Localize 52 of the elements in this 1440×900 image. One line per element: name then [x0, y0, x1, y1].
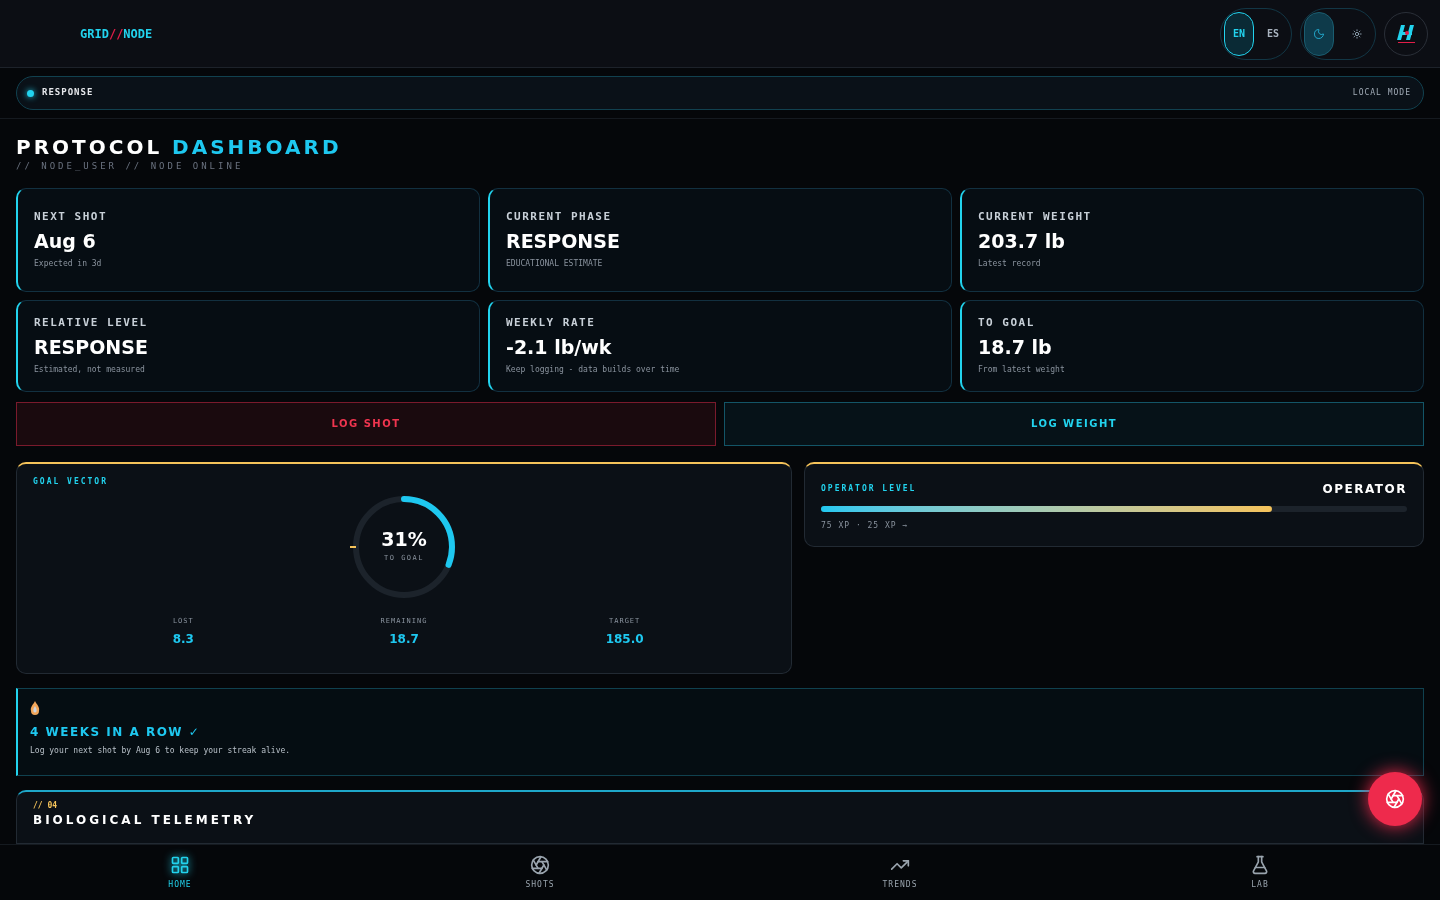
- stat-note: EDUCATIONAL ESTIMATE: [506, 257, 604, 270]
- stat-value: 18.7 lb: [978, 335, 1053, 360]
- nav-tab[interactable]: HOME: [0, 845, 360, 900]
- streak-message: Log your next shot by Aug 6 to keep your streak alive.: [30, 744, 292, 757]
- aperture-icon: [1385, 789, 1405, 809]
- nav-tab[interactable]: TRENDS: [720, 845, 1080, 900]
- stat-value: RESPONSE: [34, 335, 149, 360]
- grid-icon: [170, 854, 190, 875]
- stat-label: RELATIVE LEVEL: [34, 315, 149, 332]
- log-weight-button[interactable]: LOG WEIGHT: [724, 401, 1424, 446]
- stat-note: From latest weight: [978, 363, 1066, 376]
- streak-title: 4 WEEKS IN A ROW ✓: [30, 723, 202, 741]
- aperture-icon: [530, 854, 550, 875]
- nav-tab[interactable]: SHOTS: [360, 845, 720, 900]
- stat-note: Estimated, not measured: [34, 363, 146, 376]
- language-option[interactable]: ES: [1258, 11, 1288, 56]
- stat-label: CURRENT PHASE: [506, 209, 613, 226]
- moon-icon: [1313, 27, 1325, 40]
- stat-note: Expected in 3d: [34, 257, 103, 270]
- stat-number: 8.3: [172, 631, 194, 648]
- status-label: RESPONSE: [42, 86, 94, 100]
- xp-label: 75 XP · 25 XP →: [821, 519, 910, 532]
- page-title: PROTOCOL DASHBOARD: [16, 137, 343, 157]
- percent-value: 31%: [381, 529, 427, 549]
- slash-logo-icon: [1395, 23, 1417, 44]
- section-index: // 04: [33, 799, 59, 812]
- stat-label: WEEKLY RATE: [506, 315, 597, 332]
- mode-label: LOCAL MODE: [1352, 87, 1411, 99]
- card-title: OPERATOR LEVEL: [821, 482, 917, 495]
- card-title: GOAL VECTOR: [33, 475, 109, 488]
- stat-value: 203.7 lb: [978, 229, 1066, 254]
- stat-value: -2.1 lb/wk: [506, 335, 613, 360]
- moon-button[interactable]: [1304, 11, 1334, 56]
- flame-icon: [30, 700, 40, 715]
- stat-value: RESPONSE: [506, 229, 621, 254]
- stat-label: NEXT SHOT: [34, 209, 109, 226]
- stat-note: Keep logging - data builds over time: [506, 363, 681, 376]
- page-subtitle: // NODE_USER // NODE ONLINE: [16, 160, 245, 173]
- sun-icon: [1352, 28, 1362, 39]
- logo[interactable]: GRID//NODE: [80, 24, 153, 43]
- stat-number: 185.0: [605, 631, 644, 648]
- language-option[interactable]: EN: [1224, 11, 1254, 56]
- section-title: BIOLOGICAL TELEMETRY: [33, 813, 258, 826]
- nav-tab[interactable]: LAB: [1080, 845, 1440, 900]
- stat-note: Latest record: [978, 257, 1042, 270]
- flask-icon: [1250, 854, 1270, 875]
- stat-value: Aug 6: [34, 229, 97, 254]
- stat-label: TO GOAL: [978, 315, 1036, 332]
- rank-label: OPERATOR: [1322, 480, 1407, 498]
- stat-number: 18.7: [389, 631, 419, 648]
- log-shot-button[interactable]: LOG SHOT: [16, 401, 716, 446]
- stat-label: CURRENT WEIGHT: [978, 209, 1093, 226]
